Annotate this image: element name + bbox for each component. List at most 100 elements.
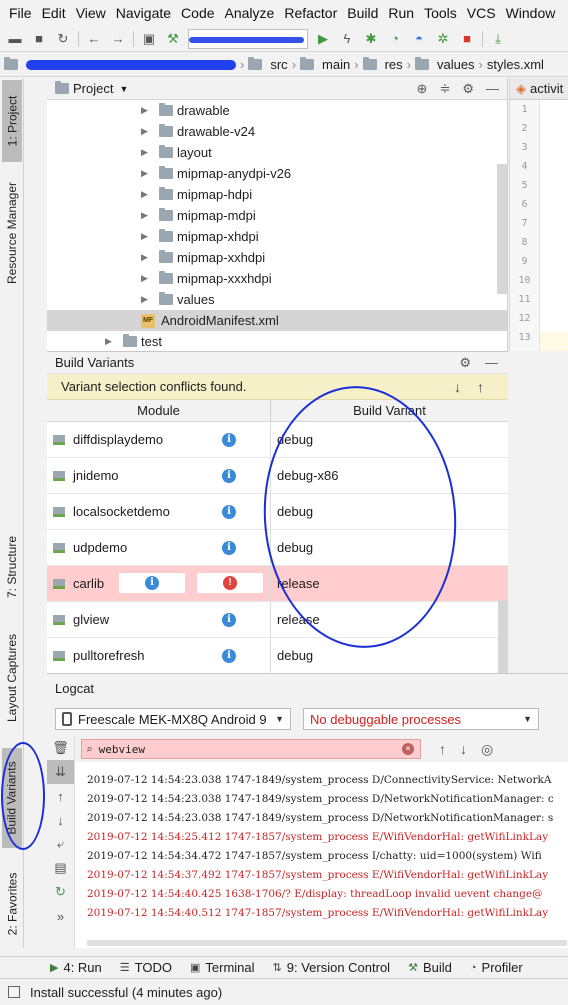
tab-project[interactable]: 1: Project (2, 80, 22, 162)
info-icon[interactable]: i (222, 613, 236, 627)
down-icon[interactable]: ↓ (47, 808, 74, 832)
tree-item[interactable]: ▶ mipmap-anydpi-v26 (47, 163, 507, 184)
sdk-manager-icon[interactable]: ⤓ (489, 30, 507, 48)
save-icon[interactable]: ■ (30, 30, 48, 48)
tree-item[interactable]: ▶ drawable (47, 100, 507, 121)
sync-icon[interactable]: ↻ (54, 30, 72, 48)
editor-tab[interactable]: ◈ activit (510, 78, 568, 100)
menu-refactor[interactable]: Refactor (279, 5, 342, 21)
breadcrumb-main[interactable]: main (322, 57, 350, 72)
structure-icon[interactable]: ▣ (140, 30, 158, 48)
apply-changes-icon[interactable]: ϟ (338, 30, 356, 48)
forward-icon[interactable]: → (109, 30, 127, 48)
breadcrumb-src[interactable]: src (270, 57, 287, 72)
expand-arrow-icon[interactable]: ▶ (141, 147, 153, 158)
gear-icon[interactable]: ⚙ (462, 81, 474, 97)
up-icon[interactable]: ↑ (47, 784, 74, 808)
info-icon[interactable]: i (222, 433, 236, 447)
minimize-icon[interactable]: — (485, 355, 498, 371)
expand-arrow-icon[interactable]: ▶ (141, 168, 153, 179)
expand-arrow-icon[interactable]: ▶ (141, 231, 153, 242)
expand-arrow-icon[interactable]: ▶ (141, 273, 153, 284)
scroll-to-end-icon[interactable]: ⇊ (47, 760, 74, 784)
tab-build-variants[interactable]: Build Variants (2, 748, 22, 848)
previous-conflict-icon[interactable]: ↑ (477, 379, 484, 395)
breadcrumb-file[interactable]: styles.xml (487, 57, 544, 72)
info-icon[interactable]: i (222, 649, 236, 663)
tab-version-control[interactable]: ⇅ 9: Version Control (273, 960, 391, 975)
breadcrumb-values[interactable]: values (437, 57, 475, 72)
menu-navigate[interactable]: Navigate (111, 5, 176, 21)
process-select[interactable]: No debuggable processes ▼ (303, 708, 539, 730)
tree-item[interactable]: ▶ mipmap-mdpi (47, 205, 507, 226)
menu-vcs[interactable]: VCS (462, 5, 501, 21)
tab-profiler[interactable]: ◔ Profiler (470, 960, 523, 975)
menu-analyze[interactable]: Analyze (220, 5, 280, 21)
menu-code[interactable]: Code (176, 5, 219, 21)
gear-icon[interactable]: ⚙ (459, 355, 471, 371)
build-variant-select[interactable]: debug (271, 530, 508, 565)
debug-icon[interactable]: ✱ (362, 30, 380, 48)
tree-item[interactable]: ▶ test (47, 331, 507, 352)
breadcrumb-res[interactable]: res (385, 57, 403, 72)
run-icon[interactable]: ▶ (314, 30, 332, 48)
expand-arrow-icon[interactable]: ▶ (105, 336, 117, 347)
tab-favorites[interactable]: 2: Favorites (2, 866, 22, 942)
menu-edit[interactable]: Edit (37, 5, 71, 21)
expand-arrow-icon[interactable]: ▶ (141, 189, 153, 200)
info-button[interactable]: i (119, 573, 185, 593)
column-module[interactable]: Module (47, 400, 271, 421)
menu-build[interactable]: Build (342, 5, 383, 21)
tree-item[interactable]: ▶ mipmap-xxhdpi (47, 247, 507, 268)
expand-arrow-icon[interactable]: ▶ (141, 126, 153, 137)
expand-arrow-icon[interactable]: ▶ (141, 252, 153, 263)
arrow-down-icon[interactable]: ↓ (460, 741, 467, 758)
column-build-variant[interactable]: Build Variant (271, 400, 508, 421)
arrow-up-icon[interactable]: ↑ (439, 741, 446, 758)
locate-icon[interactable]: ⊕ (417, 81, 428, 97)
build-hammer-icon[interactable]: ⚒ (164, 30, 182, 48)
info-icon[interactable]: i (222, 541, 236, 555)
stop-icon[interactable]: ■ (458, 30, 476, 48)
minimize-icon[interactable]: — (486, 81, 499, 97)
chevron-down-icon[interactable]: ▼ (119, 84, 128, 94)
tab-structure[interactable]: 7: Structure (2, 522, 22, 612)
tree-item[interactable]: ▶ values (47, 289, 507, 310)
tab-resource-manager[interactable]: Resource Manager (2, 174, 22, 292)
logcat-search-input[interactable]: ⌕ webview × (81, 739, 421, 759)
attach-debugger-icon[interactable]: ◓ (410, 30, 428, 48)
run-configuration-select[interactable] (188, 28, 308, 49)
more-icon[interactable]: » (47, 904, 74, 928)
device-select[interactable]: Freescale MEK-MX8Q Android 9 ▼ (55, 708, 291, 730)
print-icon[interactable]: ▤ (47, 856, 74, 880)
coverage-icon[interactable]: ✲ (434, 30, 452, 48)
tab-run[interactable]: ▶ 4: Run (50, 960, 102, 975)
expand-arrow-icon[interactable]: ▶ (141, 294, 153, 305)
build-variant-select[interactable]: debug (271, 494, 508, 529)
menu-run[interactable]: Run (383, 5, 419, 21)
build-variant-select[interactable]: debug (271, 422, 508, 457)
logcat-hscrollbar[interactable] (87, 940, 567, 946)
delete-icon[interactable]: 🗑 (47, 736, 74, 760)
build-variant-select[interactable]: debug (271, 638, 508, 673)
info-icon[interactable]: i (222, 469, 236, 483)
collapse-all-icon[interactable]: ≑ (439, 81, 450, 97)
profile-icon[interactable]: ◔ (386, 30, 404, 48)
tree-item[interactable]: ▶ layout (47, 142, 507, 163)
project-view-select[interactable]: Project (73, 81, 113, 96)
toggle-tool-windows-icon[interactable] (8, 986, 20, 998)
clear-search-icon[interactable]: × (402, 743, 414, 755)
find-word-icon[interactable]: ◎ (481, 741, 493, 758)
tab-layout-captures[interactable]: Layout Captures (2, 626, 22, 730)
build-variant-select[interactable]: debug-x86 (271, 458, 508, 493)
tree-item[interactable]: MF AndroidManifest.xml (47, 310, 507, 331)
build-variant-select[interactable]: release (271, 566, 508, 601)
soft-wrap-icon[interactable]: ⤶ (47, 832, 74, 856)
expand-arrow-icon[interactable]: ▶ (141, 210, 153, 221)
expand-arrow-icon[interactable]: ▶ (141, 105, 153, 116)
menu-window[interactable]: Window (501, 5, 561, 21)
restart-icon[interactable]: ↻ (47, 880, 74, 904)
menu-view[interactable]: View (71, 5, 111, 21)
conflict-button[interactable]: ! (197, 573, 263, 593)
next-conflict-icon[interactable]: ↓ (454, 379, 461, 395)
